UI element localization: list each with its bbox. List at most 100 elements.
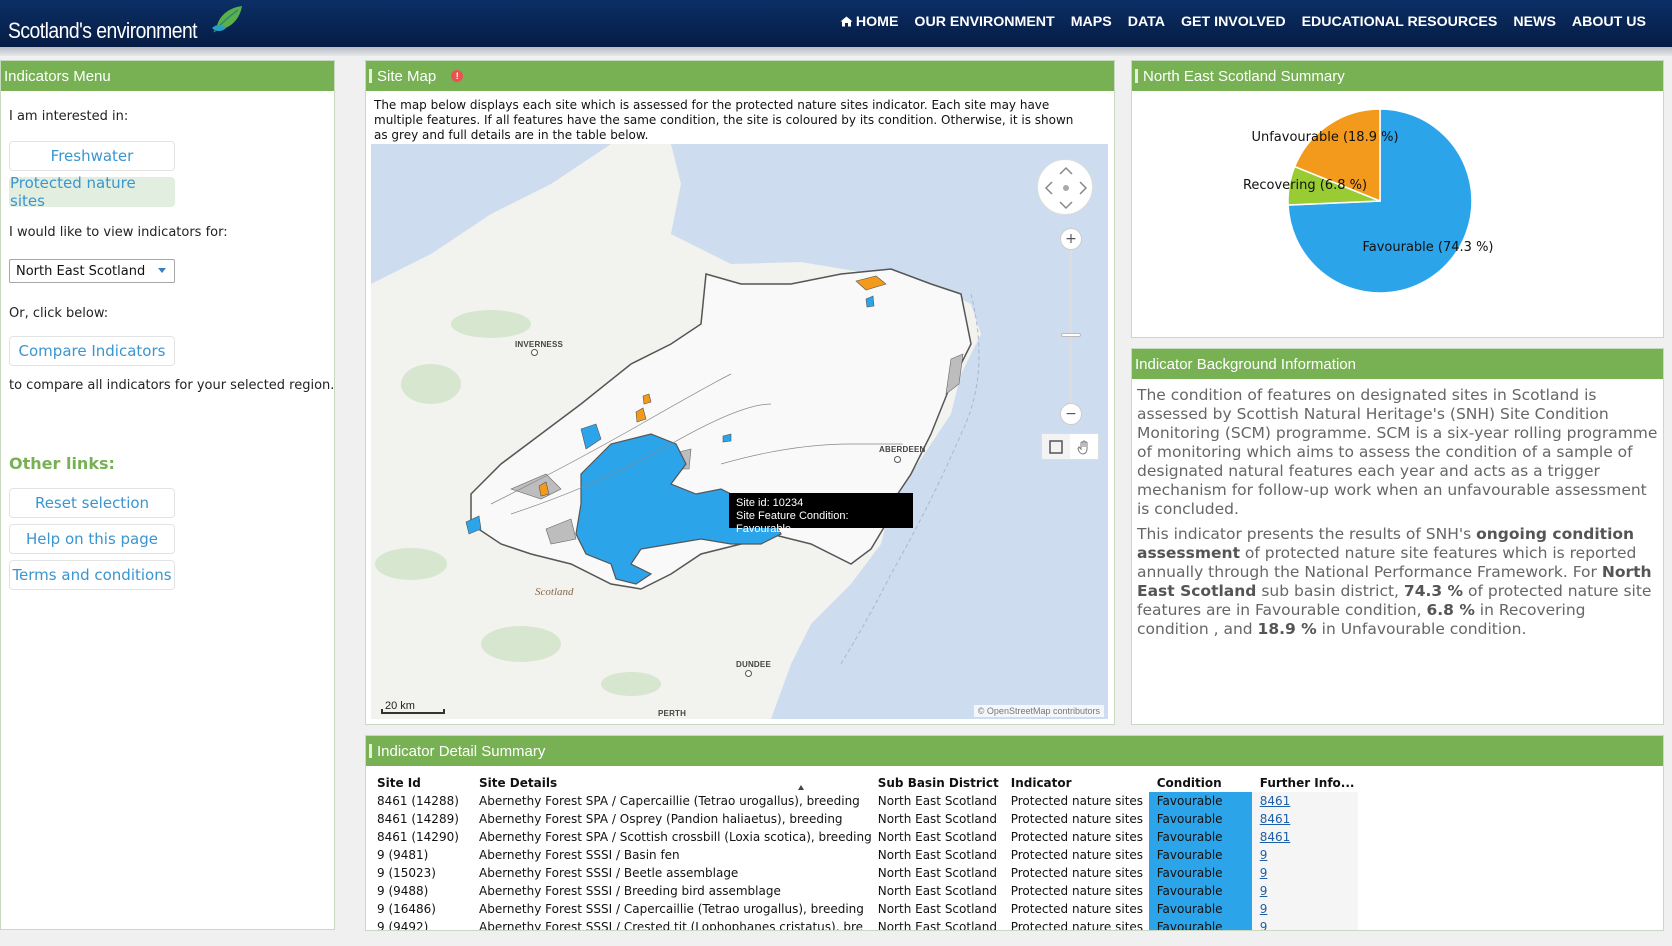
table-row[interactable]: 9 (9488) Abernethy Forest SSSI / Breeding… (374, 882, 1358, 900)
freshwater-button[interactable]: Freshwater (9, 141, 175, 171)
hand-icon (1077, 440, 1088, 455)
compare-indicators-button[interactable]: Compare Indicators (9, 336, 175, 366)
table-row[interactable]: 8461 (14289) Abernethy Forest SPA / Ospre… (374, 810, 1358, 828)
cell-further-info: 9 (1251, 918, 1358, 930)
help-button[interactable]: Help on this page (9, 524, 175, 554)
nav-our-environment[interactable]: OUR ENVIRONMENT (906, 14, 1062, 30)
nav-get-involved[interactable]: GET INVOLVED (1173, 14, 1294, 30)
map-description: The map below displays each site which i… (374, 98, 1074, 142)
site-map[interactable]: INVERNESS ABERDEEN DUNDEE PERTH Scotland… (371, 144, 1108, 719)
scale-label: 20 km (385, 700, 415, 712)
further-info-link[interactable]: 9 (1260, 920, 1268, 930)
further-info-link[interactable]: 8461 (1260, 794, 1291, 808)
nav-maps[interactable]: MAPS (1063, 14, 1120, 30)
nav-educational-resources[interactable]: EDUCATIONAL RESOURCES (1294, 14, 1506, 30)
cell-condition: Favourable (1148, 900, 1252, 918)
cell-site-details: Abernethy Forest SSSI / Breeding bird as… (479, 884, 781, 898)
nav-label: OUR ENVIRONMENT (914, 14, 1055, 30)
nav-home[interactable]: HOME (832, 14, 907, 30)
terms-button[interactable]: Terms and conditions (9, 560, 175, 590)
cell-indicator: Protected nature sites (1010, 794, 1144, 808)
cell-site-details: Abernethy Forest SSSI / Crested tit (Lop… (479, 920, 864, 931)
col-condition[interactable]: Condition (1149, 774, 1252, 792)
cell-condition: Favourable (1148, 810, 1252, 828)
detail-summary-panel: Indicator Detail Summary Site Id Site De… (365, 735, 1664, 931)
zoom-slider-track[interactable] (1070, 248, 1072, 411)
pan-hand-tool[interactable] (1070, 434, 1098, 459)
cell-sub-basin: North East Scotland (877, 812, 997, 826)
further-info-link[interactable]: 9 (1260, 866, 1268, 880)
summary-panel: North East Scotland Summary Favourable (… (1131, 60, 1664, 338)
cell-site-id: 8461 (14290) (377, 830, 459, 844)
table-row[interactable]: 8461 (14288) Abernethy Forest SPA / Caper… (374, 792, 1358, 810)
col-indicator[interactable]: Indicator (1008, 774, 1149, 792)
nav-news[interactable]: NEWS (1505, 14, 1564, 30)
nav-about-us[interactable]: ABOUT US (1564, 14, 1654, 30)
cell-sub-basin: North East Scotland (877, 866, 997, 880)
background-info-title: Indicator Background Information (1135, 355, 1356, 373)
further-info-link[interactable]: 8461 (1260, 812, 1291, 826)
site-logo[interactable]: Scotland's environment (8, 6, 242, 43)
dundee-marker (745, 670, 752, 677)
region-select[interactable]: North East Scotland (9, 259, 175, 283)
cell-further-info: 8461 (1251, 828, 1358, 846)
logo-text-scotlands: Scotland's (8, 18, 92, 43)
table-row[interactable]: 8461 (14290) Abernethy Forest SPA / Scott… (374, 828, 1358, 846)
col-further-info[interactable]: Further Info... (1252, 774, 1358, 792)
table-header-row: Site Id Site Details Sub Basin District … (374, 774, 1358, 792)
table-row[interactable]: 9 (15023) Abernethy Forest SSSI / Beetle … (374, 864, 1358, 882)
further-info-link[interactable]: 9 (1260, 884, 1268, 898)
place-aberdeen: ABERDEEN (879, 445, 926, 454)
place-dundee: DUNDEE (736, 660, 771, 669)
reset-selection-button[interactable]: Reset selection (9, 488, 175, 518)
cell-sub-basin: North East Scotland (877, 794, 997, 808)
cell-sub-basin: North East Scotland (877, 920, 997, 931)
nav-label: NEWS (1513, 14, 1556, 30)
square-select-icon (1049, 439, 1063, 454)
sort-asc-icon[interactable] (798, 785, 804, 790)
cell-further-info: 8461 (1251, 810, 1358, 828)
inverness-marker (531, 349, 538, 356)
cell-site-details: Abernethy Forest SPA / Scottish crossbil… (479, 830, 872, 844)
col-sub-basin[interactable]: Sub Basin District (875, 774, 1008, 792)
or-click-label: Or, click below: (9, 306, 109, 321)
table-row[interactable]: 9 (9481) Abernethy Forest SSSI / Basin fe… (374, 846, 1358, 864)
indicators-menu-title: Indicators Menu (4, 67, 111, 85)
col-site-id[interactable]: Site Id (374, 774, 476, 792)
zoom-out-button[interactable]: − (1060, 403, 1082, 425)
cell-sub-basin: North East Scotland (877, 830, 997, 844)
background-text: The condition of features on designated … (1137, 386, 1659, 645)
cell-indicator: Protected nature sites (1010, 812, 1144, 826)
background-info-panel: Indicator Background Information The con… (1131, 348, 1664, 725)
further-info-link[interactable]: 8461 (1260, 830, 1291, 844)
detail-summary-header: Indicator Detail Summary (366, 736, 1663, 766)
aberdeen-marker (894, 456, 901, 463)
nav-label: GET INVOLVED (1181, 14, 1286, 30)
cell-site-id: 9 (9488) (377, 884, 429, 898)
col-site-details[interactable]: Site Details (476, 774, 875, 792)
cell-indicator: Protected nature sites (1010, 884, 1144, 898)
nav-label: ABOUT US (1571, 14, 1646, 30)
map-attribution[interactable]: © OpenStreetMap contributors (973, 705, 1104, 717)
detail-summary-title: Indicator Detail Summary (377, 742, 546, 760)
pan-control[interactable] (1037, 159, 1093, 215)
zoom-slider-handle[interactable] (1061, 333, 1081, 337)
nav-data[interactable]: DATA (1120, 14, 1173, 30)
cell-site-id: 9 (9481) (377, 848, 429, 862)
background-paragraph-1: The condition of features on designated … (1137, 386, 1658, 518)
cell-condition: Favourable (1148, 864, 1252, 882)
cell-sub-basin: North East Scotland (877, 848, 997, 862)
site-map-panel: Site Map ! The map below displays each s… (365, 60, 1115, 725)
further-info-link[interactable]: 9 (1260, 848, 1268, 862)
table-row[interactable]: 9 (9492) Abernethy Forest SSSI / Crested … (374, 918, 1358, 931)
cell-site-details: Abernethy Forest SPA / Osprey (Pandion h… (479, 812, 843, 826)
zoom-in-button[interactable]: + (1060, 228, 1082, 250)
box-select-tool[interactable] (1042, 434, 1070, 459)
table-row[interactable]: 9 (16486) Abernethy Forest SSSI / Caperca… (374, 900, 1358, 918)
cell-indicator: Protected nature sites (1010, 848, 1144, 862)
further-info-link[interactable]: 9 (1260, 902, 1268, 916)
cell-further-info: 9 (1251, 900, 1358, 918)
pie-label-favourable: Favourable (74.3 %) (1362, 240, 1493, 255)
protected-nature-sites-button[interactable]: Protected nature sites (9, 174, 175, 210)
alert-icon[interactable]: ! (451, 70, 464, 82)
